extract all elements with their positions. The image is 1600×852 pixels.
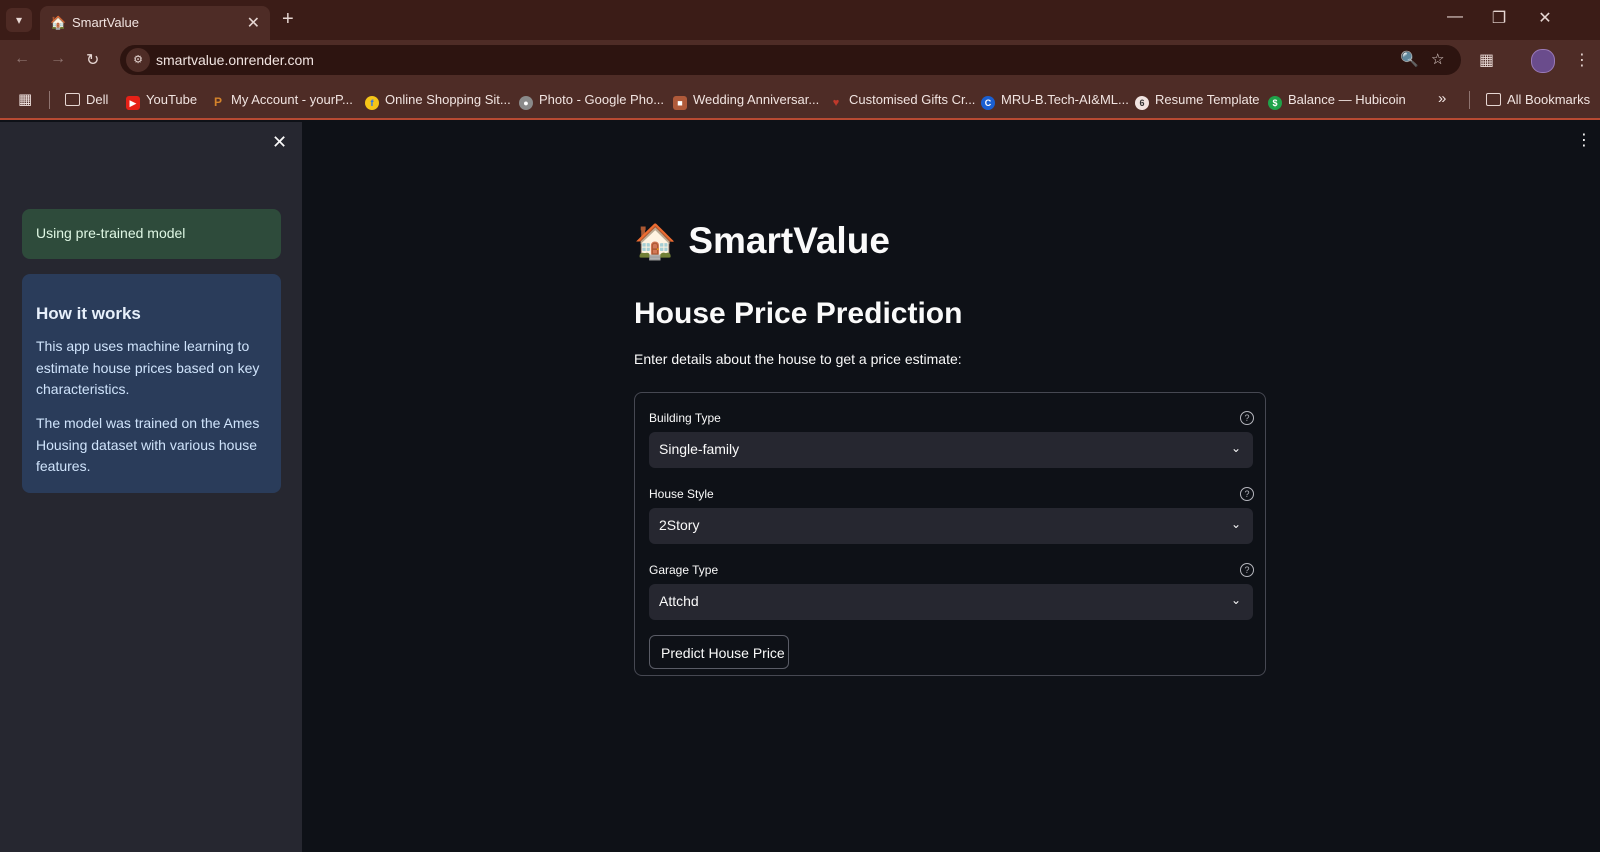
browser-toolbar: ← → ↻ ⚙ smartvalue.onrender.com 🔍 ☆ ▦ ⋮ [0, 40, 1600, 80]
folder-icon [1486, 93, 1501, 106]
yourp-icon: P [213, 95, 222, 109]
help-icon[interactable]: ? [1240, 411, 1254, 425]
zoom-icon[interactable]: 🔍 [1400, 50, 1419, 68]
divider [49, 91, 50, 109]
house-style-select[interactable]: 2Story ⌄ [649, 508, 1253, 544]
status-text: Using pre-trained model [36, 225, 186, 241]
info-paragraph: The model was trained on the Ames Housin… [36, 415, 260, 474]
app-menu-icon[interactable]: ⋮ [1576, 130, 1592, 150]
more-bookmarks-icon[interactable]: » [1438, 90, 1446, 107]
predict-button[interactable]: Predict House Price [649, 635, 789, 669]
garage-type-select[interactable]: Attchd ⌄ [649, 584, 1253, 620]
c-icon: C [981, 96, 995, 110]
garage-type-value: Attchd [659, 593, 699, 609]
globe-icon: ● [519, 96, 533, 110]
house-style-value: 2Story [659, 517, 700, 533]
close-sidebar-icon[interactable]: ✕ [272, 132, 287, 153]
chevron-down-icon: ⌄ [1230, 441, 1241, 455]
info-paragraph: This app uses machine learning to estima… [36, 338, 260, 397]
help-icon[interactable]: ? [1240, 563, 1254, 577]
hubicoin-icon: $ [1268, 96, 1282, 110]
bookmark-item[interactable]: ♥ Customised Gifts Cr... [829, 92, 976, 110]
back-icon[interactable]: ← [14, 50, 30, 68]
house-icon: 🏠 [634, 223, 677, 261]
new-tab-icon[interactable]: + [282, 8, 294, 31]
close-tab-icon[interactable]: ✕ [247, 13, 260, 33]
subheader: House Price Prediction [634, 297, 963, 330]
apps-grid-icon[interactable]: ▦ [18, 90, 32, 108]
forward-icon[interactable]: → [50, 50, 66, 68]
browser-tab-bar: ▾ 🏠 SmartValue ✕ + — ❐ ✕ [0, 0, 1600, 40]
page-title: 🏠 SmartValue [634, 220, 890, 262]
building-type-label: Building Type [649, 411, 721, 425]
chevron-down-icon: ⌄ [1230, 593, 1241, 607]
address-bar[interactable]: ⚙ smartvalue.onrender.com 🔍 ☆ [120, 45, 1461, 75]
tab-title: SmartValue [72, 15, 139, 30]
bookmark-star-icon[interactable]: ☆ [1431, 50, 1444, 68]
chevron-down-icon: ⌄ [1230, 517, 1241, 531]
profile-avatar[interactable] [1531, 49, 1555, 73]
prediction-form: Building Type ? Single-family ⌄ House St… [634, 392, 1266, 676]
heart-icon: ♥ [832, 97, 840, 109]
house-icon: 🏠 [50, 15, 67, 30]
flipkart-icon: f [365, 96, 379, 110]
garage-type-label: Garage Type [649, 563, 719, 577]
bookmark-item[interactable]: ■ Wedding Anniversar... [673, 92, 819, 110]
bookmark-item[interactable]: $ Balance — Hubicoin [1268, 92, 1406, 110]
bookmark-item[interactable]: ▶ YouTube [126, 92, 197, 110]
extensions-icon[interactable]: ▦ [1479, 50, 1494, 70]
sidebar: ✕ Using pre-trained model How it works T… [0, 122, 302, 852]
info-box: How it works This app uses machine learn… [22, 274, 281, 493]
page-title-text: SmartValue [688, 220, 890, 261]
divider [1469, 91, 1470, 109]
youtube-icon: ▶ [126, 96, 140, 110]
bookmarks-bar: ▦ Dell ▶ YouTube P My Account - yourP... f… [0, 80, 1600, 120]
house-style-label: House Style [649, 487, 714, 501]
all-bookmarks-button[interactable]: All Bookmarks [1486, 92, 1590, 107]
site-info-icon[interactable]: ⚙ [126, 48, 150, 72]
bookmark-item[interactable]: ● Photo - Google Pho... [519, 92, 664, 110]
reload-icon[interactable]: ↻ [86, 50, 99, 70]
restore-icon[interactable]: ❐ [1484, 8, 1514, 28]
minimize-icon[interactable]: — [1440, 8, 1470, 26]
bookmark-item[interactable]: 6 Resume Template [1135, 92, 1260, 110]
bookmark-item[interactable]: f Online Shopping Sit... [365, 92, 511, 110]
predict-button-label: Predict House Price [661, 645, 785, 661]
url-text[interactable]: smartvalue.onrender.com [156, 52, 314, 68]
bookmark-item[interactable]: Dell [65, 92, 108, 107]
success-alert: Using pre-trained model [22, 209, 281, 259]
building-type-value: Single-family [659, 441, 740, 457]
info-title: How it works [36, 304, 141, 323]
bookmark-item[interactable]: P My Account - yourP... [211, 92, 353, 109]
gift-icon: ■ [673, 96, 687, 110]
building-type-select[interactable]: Single-family ⌄ [649, 432, 1253, 468]
bookmark-item[interactable]: C MRU-B.Tech-AI&ML... [981, 92, 1129, 110]
intro-text: Enter details about the house to get a p… [634, 351, 962, 367]
close-window-icon[interactable]: ✕ [1530, 8, 1560, 28]
folder-icon [65, 93, 80, 106]
browser-tab[interactable]: 🏠 SmartValue ✕ [40, 6, 270, 40]
tab-search-button[interactable]: ▾ [6, 8, 32, 32]
help-icon[interactable]: ? [1240, 487, 1254, 501]
spiral-icon: 6 [1135, 96, 1149, 110]
browser-menu-icon[interactable]: ⋮ [1574, 50, 1590, 70]
